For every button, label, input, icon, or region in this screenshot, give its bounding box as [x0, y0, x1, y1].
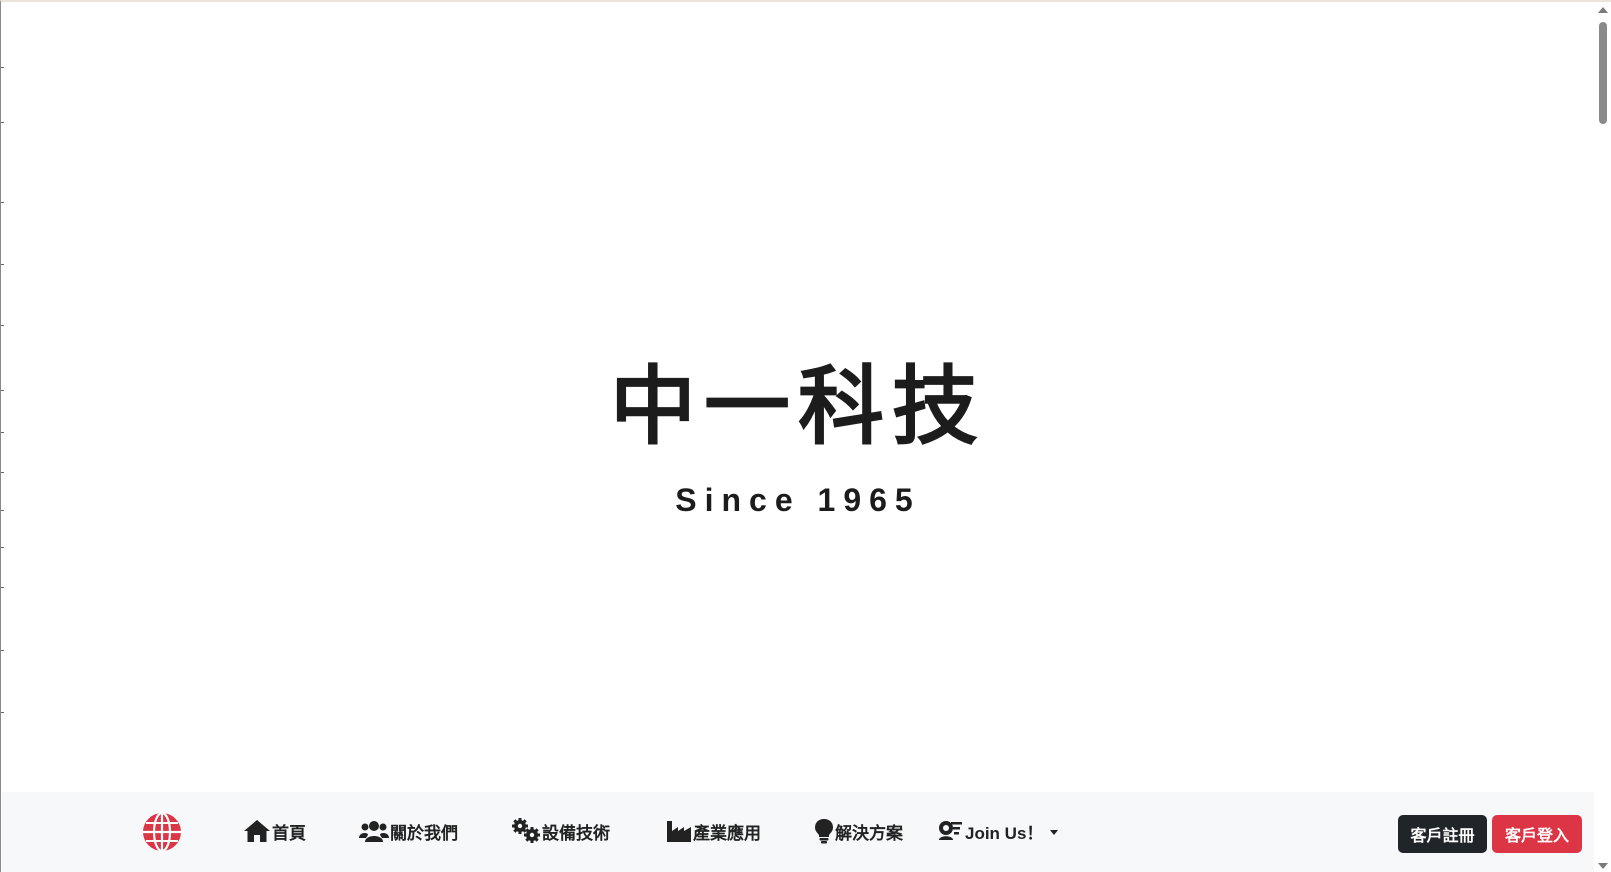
register-button[interactable]: 客戶註冊: [1398, 815, 1487, 853]
nav-item-join-us[interactable]: Join Us！: [938, 814, 1059, 848]
nav-item-solutions-label: 解決方案: [835, 823, 903, 843]
nav-item-equipment[interactable]: 設備技術: [511, 814, 610, 848]
globe-icon: [143, 811, 181, 853]
hero-subtitle: Since 1965: [675, 482, 921, 518]
nav-item-equipment-label: 設備技術: [542, 823, 610, 843]
nav-item-join-us-label: Join Us！: [965, 823, 1044, 843]
scrollbar-thumb[interactable]: [1599, 22, 1607, 124]
login-button[interactable]: 客戶登入: [1492, 815, 1582, 853]
nav-item-industry[interactable]: 產業應用: [666, 814, 761, 848]
scroll-down-arrow-icon[interactable]: [1598, 863, 1608, 869]
nav-item-home-label: 首頁: [272, 823, 306, 843]
gears-icon: [511, 818, 541, 844]
page: 中一科技 Since 1965 首頁 關於我們 設備技術 產業應用 解決方案 J…: [0, 0, 1611, 872]
industry-icon: [666, 819, 692, 843]
home-icon: [243, 819, 271, 843]
lightbulb-icon: [814, 818, 834, 844]
brand-logo[interactable]: [142, 811, 182, 853]
users-icon: [359, 819, 389, 843]
nav-item-industry-label: 產業應用: [693, 823, 761, 843]
nav-item-about-label: 關於我們: [390, 823, 458, 843]
user-join-icon: [938, 819, 964, 843]
nav-item-home[interactable]: 首頁: [243, 814, 306, 848]
vertical-scrollbar[interactable]: [1594, 2, 1611, 872]
chevron-down-icon: [1050, 829, 1059, 835]
nav-item-about[interactable]: 關於我們: [359, 814, 458, 848]
hero-title: 中一科技: [610, 357, 986, 457]
bottom-navbar: 首頁 關於我們 設備技術 產業應用 解決方案 Join Us！ 客戶註冊 客戶登…: [2, 792, 1595, 872]
hero-section: 中一科技 Since 1965: [1, 2, 1595, 792]
nav-item-solutions[interactable]: 解決方案: [814, 814, 903, 848]
scroll-up-arrow-icon[interactable]: [1598, 7, 1608, 13]
